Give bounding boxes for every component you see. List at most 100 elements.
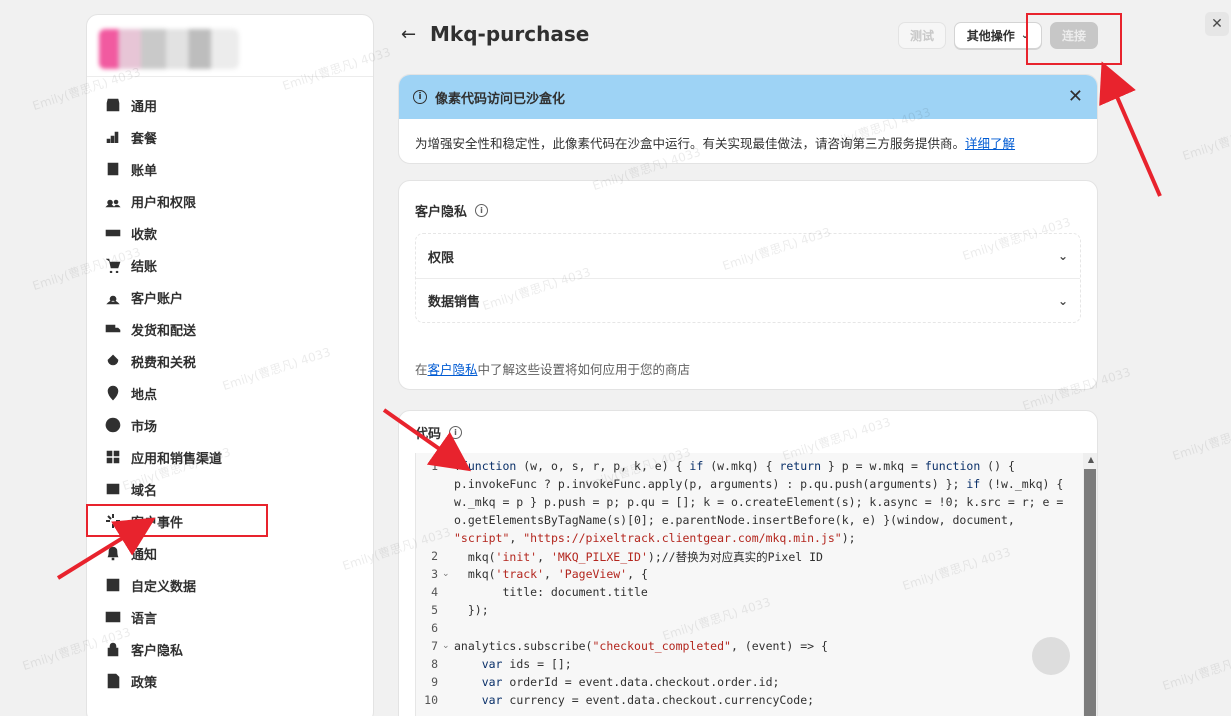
sidebar-item-9[interactable]: 地点: [87, 377, 373, 409]
accordion-data-sale[interactable]: 数据销售 ⌄: [416, 278, 1080, 322]
scrollbar[interactable]: ▲: [1083, 453, 1097, 716]
accordion-label: 数据销售: [428, 295, 481, 310]
learn-more-link[interactable]: 详细了解: [965, 136, 1015, 151]
users-icon: [105, 193, 121, 209]
accordion-permissions[interactable]: 权限 ⌄: [416, 234, 1080, 278]
floating-circle-button[interactable]: [1032, 637, 1070, 675]
customer-privacy-link[interactable]: 客户隐私: [428, 362, 478, 377]
code-line: 5 });: [416, 603, 1076, 621]
sidebar-item-15[interactable]: 自定义数据: [87, 569, 373, 601]
domain-icon: [105, 481, 121, 497]
store-icon: [105, 97, 121, 113]
data-icon: [105, 577, 121, 593]
sidebar-item-label: 结账: [131, 259, 158, 275]
code-text: !function (w, o, s, r, p, k, e) { if (w.…: [454, 459, 1015, 473]
info-icon: i: [413, 90, 427, 104]
settings-sidebar: 通用套餐账单用户和权限收款结账客户账户发货和配送税费和关税地点市场 应用和销售渠道…: [86, 14, 374, 716]
code-card: 代码 i ▲ 1 !function (w, o, s, r, p, k, e) …: [398, 410, 1098, 716]
sidebar-item-0[interactable]: 通用: [87, 89, 373, 121]
code-line: o.getElementsByTagName(s)[0]; e.parentNo…: [416, 513, 1076, 531]
code-line: w._mkq = p } p.push = p; p.qu = []; k = …: [416, 495, 1076, 513]
scroll-thumb[interactable]: [1084, 469, 1096, 716]
sidebar-item-5[interactable]: 结账: [87, 249, 373, 281]
apps-icon: [105, 449, 121, 465]
banner-header: i 像素代码访问已沙盒化: [399, 75, 1097, 119]
sidebar-item-16[interactable]: 语言: [87, 601, 373, 633]
sidebar-item-12[interactable]: 域名: [87, 473, 373, 505]
sidebar-item-3[interactable]: 用户和权限: [87, 185, 373, 217]
lock-icon: [105, 641, 121, 657]
note-suffix: 中了解这些设置将如何应用于您的商店: [477, 362, 691, 377]
code-text: mkq('init', 'MKQ_PILXE_ID');//替换为对应真实的Pi…: [454, 550, 823, 564]
sidebar-item-10[interactable]: 市场: [87, 409, 373, 441]
sidebar-item-label: 发货和配送: [131, 323, 197, 339]
scroll-up-icon[interactable]: ▲: [1088, 455, 1094, 464]
privacy-title-text: 客户隐私: [415, 205, 468, 220]
highlight-customer-events-box: [86, 504, 268, 537]
code-text: analytics.subscribe("checkout_completed"…: [454, 639, 828, 653]
watermark-text: Emily(曹思凡) 4033: [1170, 415, 1231, 464]
info-icon[interactable]: i: [449, 426, 463, 439]
sidebar-item-6[interactable]: 客户账户: [87, 281, 373, 313]
code-text: var currency = event.data.checkout.curre…: [481, 693, 815, 707]
sidebar-item-11[interactable]: 应用和销售渠道: [87, 441, 373, 473]
code-editor[interactable]: ▲ 1 !function (w, o, s, r, p, k, e) { if …: [415, 453, 1097, 716]
privacy-title: 客户隐私 i: [415, 201, 489, 220]
line-number: 6: [431, 621, 438, 635]
globe-icon: [105, 417, 121, 433]
sidebar-item-4[interactable]: 收款: [87, 217, 373, 249]
fold-chevron-icon[interactable]: ⌄: [442, 641, 450, 651]
close-icon[interactable]: ✕: [1205, 12, 1229, 36]
sidebar-item-label: 账单: [131, 163, 158, 179]
sandbox-banner: i 像素代码访问已沙盒化 ✕ 为增强安全性和稳定性，此像素代码在沙盒中运行。有关…: [398, 74, 1098, 164]
sidebar-item-label: 地点: [131, 387, 158, 403]
sidebar-item-label: 收款: [131, 227, 158, 243]
chevron-down-icon: ⌄: [1057, 249, 1068, 263]
note-prefix: 在: [415, 362, 428, 377]
sidebar-item-14[interactable]: 通知: [87, 537, 373, 569]
store-header[interactable]: [87, 15, 373, 77]
code-text: o.getElementsByTagName(s)[0]; e.parentNo…: [454, 513, 1015, 527]
banner-close-icon[interactable]: ✕: [1068, 86, 1083, 107]
sidebar-item-label: 客户隐私: [131, 643, 184, 659]
highlight-connect-box: [1026, 13, 1122, 65]
sidebar-item-label: 域名: [131, 483, 158, 499]
banner-title: 像素代码访问已沙盒化: [435, 91, 566, 107]
sidebar-item-18[interactable]: 政策: [87, 665, 373, 697]
settings-nav: 通用套餐账单用户和权限收款结账客户账户发货和配送税费和关税地点市场 应用和销售渠道…: [87, 77, 373, 697]
code-line: 3 ⌄ mkq('track', 'PageView', {: [416, 567, 1076, 585]
code-line: 10 var currency = event.data.checkout.cu…: [416, 693, 1076, 711]
line-number: 2: [431, 549, 438, 563]
location-icon: [105, 385, 121, 401]
code-line: 7 ⌄ analytics.subscribe("checkout_complete…: [416, 639, 1076, 657]
sidebar-item-label: 用户和权限: [131, 195, 197, 211]
sidebar-item-17[interactable]: 客户隐私: [87, 633, 373, 665]
code-text: p.invokeFunc ? p.invokeFunc.apply(p, arg…: [454, 477, 1064, 491]
sidebar-item-1[interactable]: 套餐: [87, 121, 373, 153]
info-icon[interactable]: i: [475, 204, 489, 217]
test-button[interactable]: 测试: [898, 22, 946, 49]
code-line: 2 mkq('init', 'MKQ_PILXE_ID');//替换为对应真实的…: [416, 549, 1076, 567]
line-number: 10: [424, 693, 438, 707]
code-text: w._mkq = p } p.push = p; p.qu = []; k = …: [454, 495, 1064, 509]
sidebar-item-7[interactable]: 发货和配送: [87, 313, 373, 345]
banner-body: 为增强安全性和稳定性，此像素代码在沙盒中运行。有关实现最佳做法，请咨询第三方服务…: [399, 119, 1097, 163]
back-arrow-icon[interactable]: ←: [401, 24, 416, 45]
privacy-note: 在客户隐私中了解这些设置将如何应用于您的商店: [415, 359, 690, 378]
watermark-text: Emily(曹思凡) 4033: [1160, 645, 1231, 694]
sidebar-item-2[interactable]: 账单: [87, 153, 373, 185]
banner-text: 为增强安全性和稳定性，此像素代码在沙盒中运行。有关实现最佳做法，请咨询第三方服务…: [415, 136, 966, 151]
bell-icon: [105, 545, 121, 561]
sidebar-item-label: 套餐: [131, 131, 158, 147]
code-text: });: [454, 603, 489, 617]
sidebar-item-8[interactable]: 税费和关税: [87, 345, 373, 377]
billing-icon: [105, 161, 121, 177]
code-line: 9 var orderId = event.data.checkout.orde…: [416, 675, 1076, 693]
code-line: 1 !function (w, o, s, r, p, k, e) { if (w…: [416, 459, 1076, 477]
code-line: 8 var ids = [];: [416, 657, 1076, 675]
watermark-text: Emily(曹思凡) 4033: [1180, 115, 1231, 164]
sidebar-item-label: 通知: [131, 547, 158, 563]
sidebar-item-label: 税费和关税: [131, 355, 197, 371]
line-number: 9: [431, 675, 438, 689]
fold-chevron-icon[interactable]: ⌄: [442, 569, 450, 579]
